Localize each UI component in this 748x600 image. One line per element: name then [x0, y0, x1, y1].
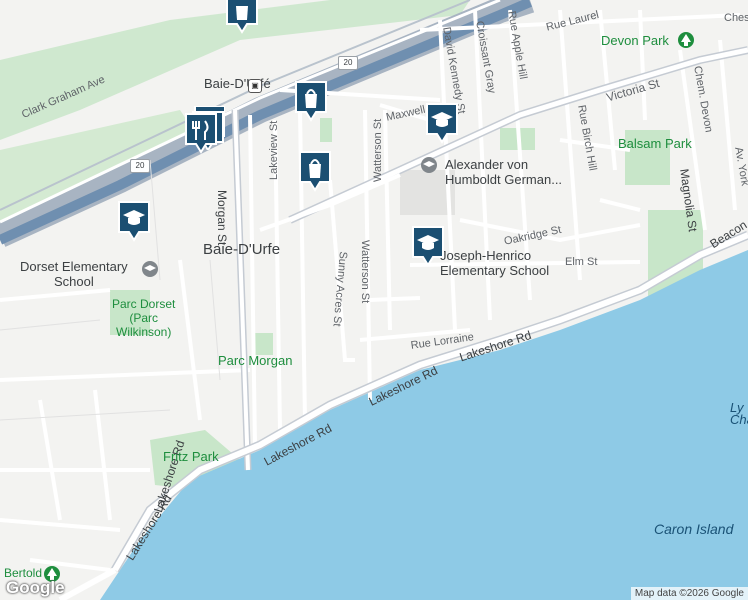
marker-school-2[interactable]: [117, 200, 151, 244]
highway-20-shield-south: 20: [130, 159, 150, 173]
label-alexander-von-humboldt[interactable]: Alexander von Humboldt German...: [445, 157, 562, 187]
label-devon-park[interactable]: Devon Park: [601, 34, 669, 48]
label-caron-island: Caron Island: [654, 521, 734, 537]
lake-saint-louis: [100, 250, 748, 600]
label-baie-durfe-town: Baie-D'Urfe: [203, 241, 281, 258]
label-watterson-st-north: Watterson St: [372, 118, 384, 182]
map-canvas[interactable]: Clark Graham Ave Maxwell St Victoria St …: [0, 0, 748, 600]
label-joseph-henrico[interactable]: Joseph-Henrico Elementary School: [440, 248, 549, 278]
marker-school-1[interactable]: [425, 102, 459, 146]
marker-school-3[interactable]: [411, 225, 445, 269]
highway-20-shield-north: 20: [338, 56, 358, 70]
morgan-street-road: [233, 109, 250, 471]
label-morgan-st: Morgan St: [215, 190, 229, 246]
marker-shopping-1[interactable]: [294, 80, 328, 124]
label-lakeview-st: Lakeview St: [268, 120, 280, 180]
label-parc-dorset[interactable]: Parc Dorset (Parc Wilkinson): [112, 297, 175, 339]
label-elm-st: Elm St: [565, 256, 598, 268]
train-station-icon[interactable]: ▣: [248, 79, 262, 93]
parc-morgan-area: [255, 333, 273, 355]
school-icon-alexander[interactable]: [421, 157, 437, 173]
school-icon-dorset[interactable]: [142, 261, 158, 277]
map-attribution[interactable]: Map data ©2026 Google: [630, 587, 748, 600]
label-ly-cha: Ly Cha: [730, 400, 748, 427]
google-logo[interactable]: Google: [6, 578, 65, 598]
label-dorset-elementary[interactable]: Dorset Elementary School: [20, 259, 128, 289]
marker-shopping-2[interactable]: [298, 150, 332, 194]
label-fritz-park[interactable]: Fritz Park: [163, 450, 219, 464]
label-parc-morgan[interactable]: Parc Morgan: [218, 354, 292, 368]
label-watterson-st-south: Watterson St: [359, 240, 371, 304]
label-chest: Ches: [724, 12, 748, 24]
marker-restaurant[interactable]: [184, 112, 218, 156]
marker-shopping-top[interactable]: [225, 0, 259, 36]
label-balsam-park[interactable]: Balsam Park: [618, 137, 692, 151]
tree-icon-devon-park[interactable]: [678, 32, 694, 48]
